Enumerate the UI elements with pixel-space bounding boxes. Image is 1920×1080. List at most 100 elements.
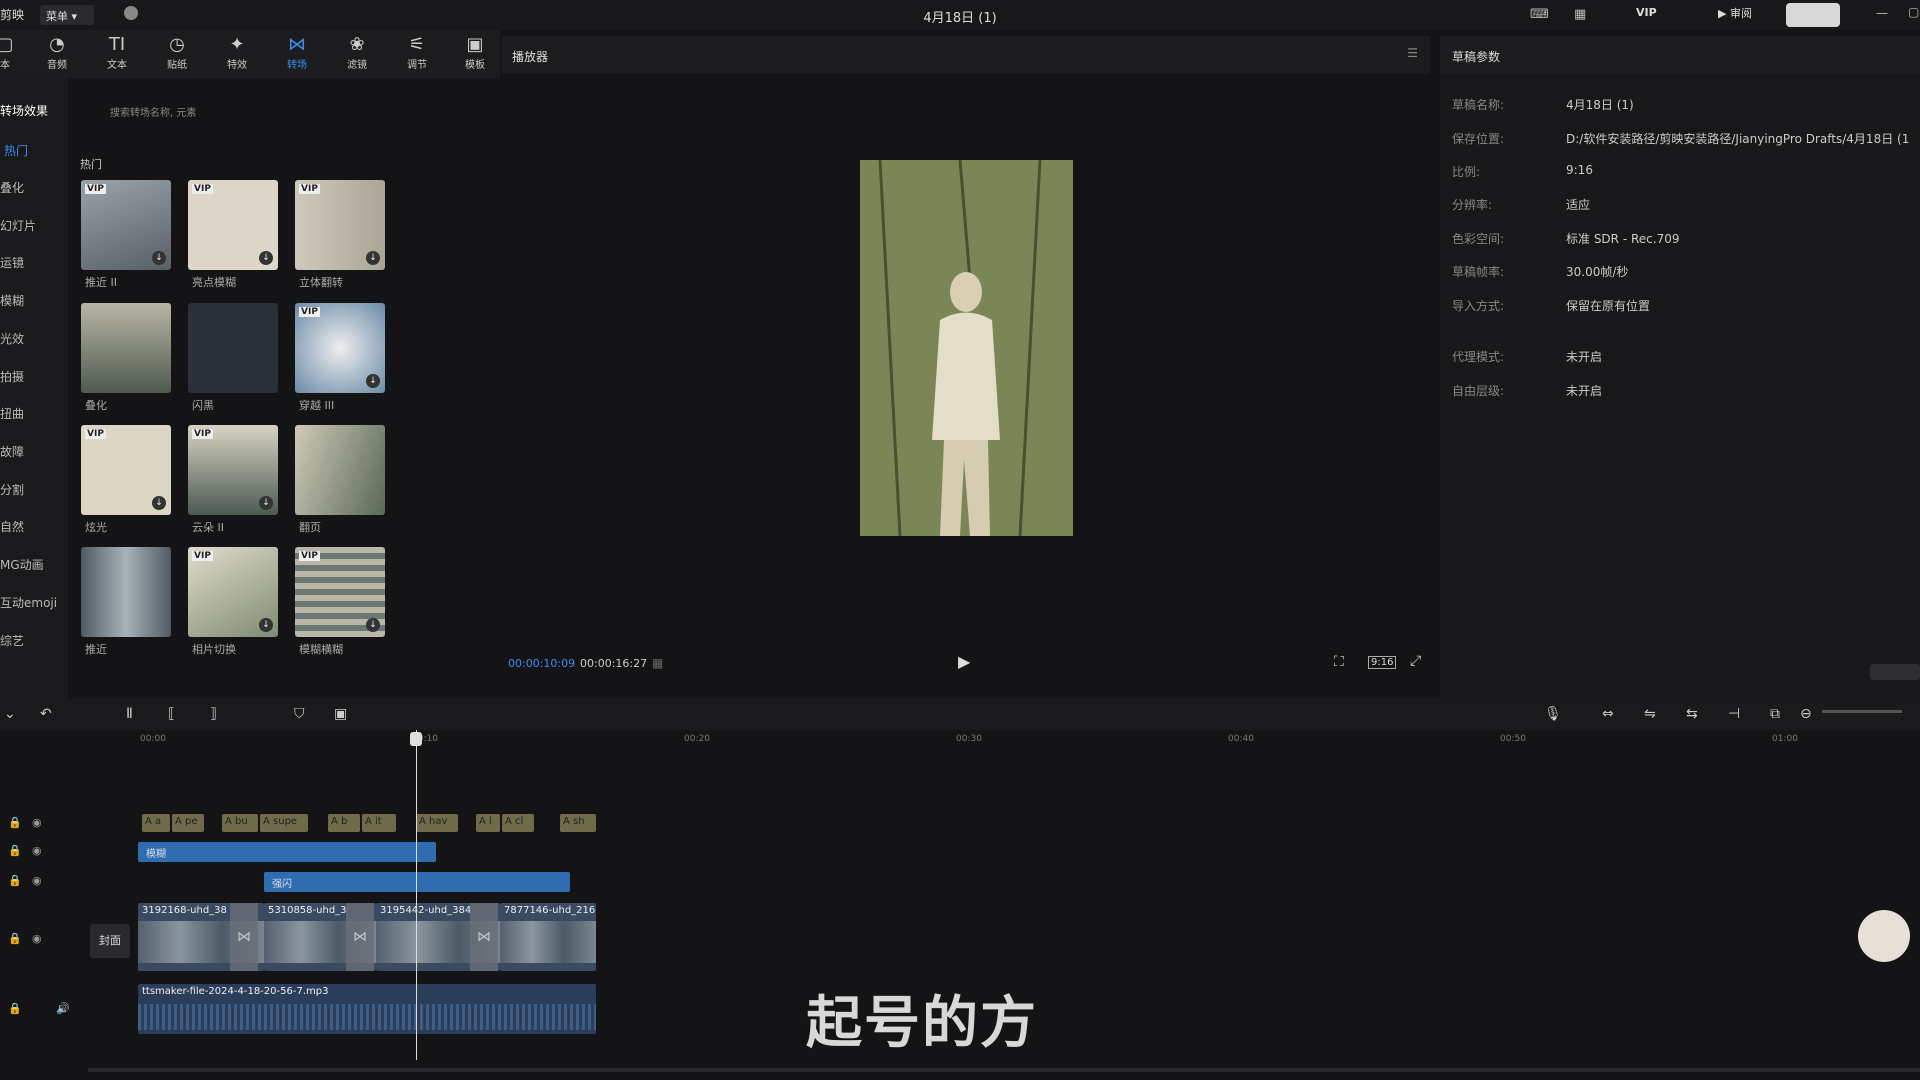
sidebar-item-distort[interactable]: 扭曲 — [0, 405, 24, 422]
snap-icon[interactable]: ⇋ — [1644, 706, 1656, 722]
effect-card[interactable]: VIP ↓ — [188, 180, 278, 270]
lock-icon[interactable]: 🔒 — [8, 1002, 22, 1015]
lock-icon[interactable]: 🔒 — [8, 874, 22, 887]
sidebar-item-slideshow[interactable]: 幻灯片 — [0, 217, 36, 234]
split-icon[interactable]: Ⅱ — [126, 706, 133, 722]
tool-audio[interactable]: ◔ 音频 — [34, 34, 80, 76]
floating-avatar[interactable] — [1858, 910, 1910, 962]
effect-card[interactable] — [81, 547, 171, 637]
text-clip[interactable]: A pe — [172, 814, 204, 832]
lock-icon[interactable]: 🔒 — [8, 844, 22, 857]
download-icon[interactable]: ↓ — [259, 496, 273, 510]
play-button[interactable]: ▶ — [958, 652, 970, 671]
fullscreen-icon[interactable]: ⤢ — [1410, 653, 1421, 669]
effect-card[interactable]: VIP ↓ — [295, 547, 385, 637]
download-icon[interactable]: ↓ — [152, 496, 166, 510]
sidebar-item-mg[interactable]: MG动画 — [0, 556, 44, 573]
review-button[interactable]: ▶ 审阅 — [1718, 5, 1774, 25]
vip-badge[interactable]: VIP — [1636, 6, 1657, 19]
text-clip[interactable]: A sh — [560, 814, 596, 832]
timecode-icon[interactable]: ▦ — [652, 656, 663, 670]
split-right-icon[interactable]: ⟧ — [210, 706, 217, 722]
download-icon[interactable]: ↓ — [259, 618, 273, 632]
transition-marker[interactable]: ⋈ — [346, 903, 374, 971]
tool-media[interactable]: ▢ 本 — [0, 34, 28, 76]
preview-axis-icon[interactable]: ⇆ — [1686, 706, 1698, 722]
effect-card[interactable] — [188, 303, 278, 393]
minimize-icon[interactable]: — — [1876, 6, 1888, 20]
sidebar-item-variety[interactable]: 综艺 — [0, 632, 24, 649]
text-clip[interactable]: A supe — [260, 814, 308, 832]
eye-icon[interactable]: ◉ — [32, 932, 42, 945]
eye-icon[interactable]: ◉ — [32, 816, 42, 829]
effect-card[interactable]: VIP ↓ — [188, 425, 278, 515]
download-icon[interactable]: ↓ — [366, 374, 380, 388]
sidebar-item-dissolve[interactable]: 叠化 — [0, 179, 24, 196]
volume-icon[interactable]: 🔊 — [56, 1002, 70, 1015]
search-input[interactable]: 搜索转场名称, 元素 — [110, 104, 196, 119]
text-clip[interactable]: A a — [142, 814, 170, 832]
zoom-out-icon[interactable]: ⊖ — [1800, 706, 1812, 722]
sidebar-item-nature[interactable]: 自然 — [0, 518, 24, 535]
eye-icon[interactable]: ◉ — [32, 874, 42, 887]
audio-clip[interactable]: ttsmaker-file-2024-4-18-20-56-7.mp3 — [138, 984, 596, 1034]
effect-card[interactable]: VIP ↓ — [81, 425, 171, 515]
effect-card[interactable]: VIP ↓ — [188, 547, 278, 637]
mark-icon[interactable]: ⛉ — [294, 706, 305, 722]
focus-icon[interactable]: ⛶ — [1334, 654, 1344, 670]
playhead[interactable] — [416, 730, 417, 1060]
export-button[interactable] — [1786, 3, 1840, 27]
download-icon[interactable]: ↓ — [259, 251, 273, 265]
tool-effects[interactable]: ✦ 特效 — [214, 34, 260, 76]
text-clip[interactable]: A b — [328, 814, 360, 832]
tool-adjust[interactable]: ⚟ 调节 — [394, 34, 440, 76]
sidebar-item-emoji[interactable]: 互动emoji — [0, 594, 57, 611]
player-menu-icon[interactable]: ☰ — [1407, 46, 1418, 60]
tool-filter[interactable]: ❀ 滤镜 — [334, 34, 380, 76]
tool-sticker[interactable]: ◷ 贴纸 — [154, 34, 200, 76]
keyboard-icon[interactable]: ⌨ — [1530, 7, 1549, 22]
video-preview[interactable] — [860, 160, 1073, 536]
screen-icon[interactable]: ⧉ — [1770, 706, 1780, 722]
transition-marker[interactable]: ⋈ — [230, 903, 258, 971]
text-clip[interactable]: A cl — [502, 814, 534, 832]
timeline-scrollbar[interactable] — [88, 1068, 1920, 1072]
sidebar-item-hot[interactable]: 热门 — [4, 142, 28, 159]
text-clip[interactable]: A hav — [416, 814, 458, 832]
text-clip[interactable]: A l — [476, 814, 500, 832]
sidebar-item-camera[interactable]: 运镜 — [0, 254, 24, 271]
video-clip[interactable]: 7877146-uhd_216 — [500, 903, 596, 971]
sidebar-item-light[interactable]: 光效 — [0, 330, 24, 347]
center-icon[interactable]: ⊣ — [1728, 706, 1740, 722]
split-left-icon[interactable]: ⟦ — [168, 706, 175, 722]
sidebar-item-blur[interactable]: 模糊 — [0, 292, 24, 309]
tool-template[interactable]: ▣ 模板 — [452, 34, 498, 76]
sidebar-item-split[interactable]: 分割 — [0, 481, 24, 498]
tool-text[interactable]: TI 文本 — [94, 34, 140, 76]
download-icon[interactable]: ↓ — [152, 251, 166, 265]
undo-icon[interactable]: ↶ — [40, 706, 52, 722]
cover-button[interactable]: 封面 — [90, 924, 130, 958]
mic-icon[interactable]: 🎙 — [1544, 706, 1562, 722]
effect-clip[interactable]: 模糊 — [138, 842, 436, 862]
text-clip[interactable]: A bu — [222, 814, 258, 832]
lock-icon[interactable]: 🔒 — [8, 816, 22, 829]
lock-icon[interactable]: 🔒 — [8, 932, 22, 945]
maximize-icon[interactable]: ▢ — [1908, 5, 1919, 19]
transition-marker[interactable]: ⋈ — [470, 903, 498, 971]
effect-card[interactable] — [295, 425, 385, 515]
download-icon[interactable]: ↓ — [366, 251, 380, 265]
eye-icon[interactable]: ◉ — [32, 844, 42, 857]
select-icon[interactable]: ⌄ — [4, 706, 16, 722]
sidebar-item-glitch[interactable]: 故障 — [0, 443, 24, 460]
effect-card[interactable]: VIP ↓ — [81, 180, 171, 270]
sidebar-item-shoot[interactable]: 拍摄 — [0, 368, 24, 385]
modify-button[interactable] — [1870, 664, 1920, 680]
crop-icon[interactable]: ▣ — [334, 706, 347, 722]
tool-transition[interactable]: ⋈ 转场 — [274, 34, 320, 76]
download-icon[interactable]: ↓ — [366, 618, 380, 632]
effect-card[interactable]: VIP ↓ — [295, 303, 385, 393]
text-clip[interactable]: A it — [362, 814, 396, 832]
sidebar-item-transition-effects[interactable]: 转场效果 — [0, 102, 48, 119]
link-icon[interactable]: ⇔ — [1602, 706, 1614, 722]
